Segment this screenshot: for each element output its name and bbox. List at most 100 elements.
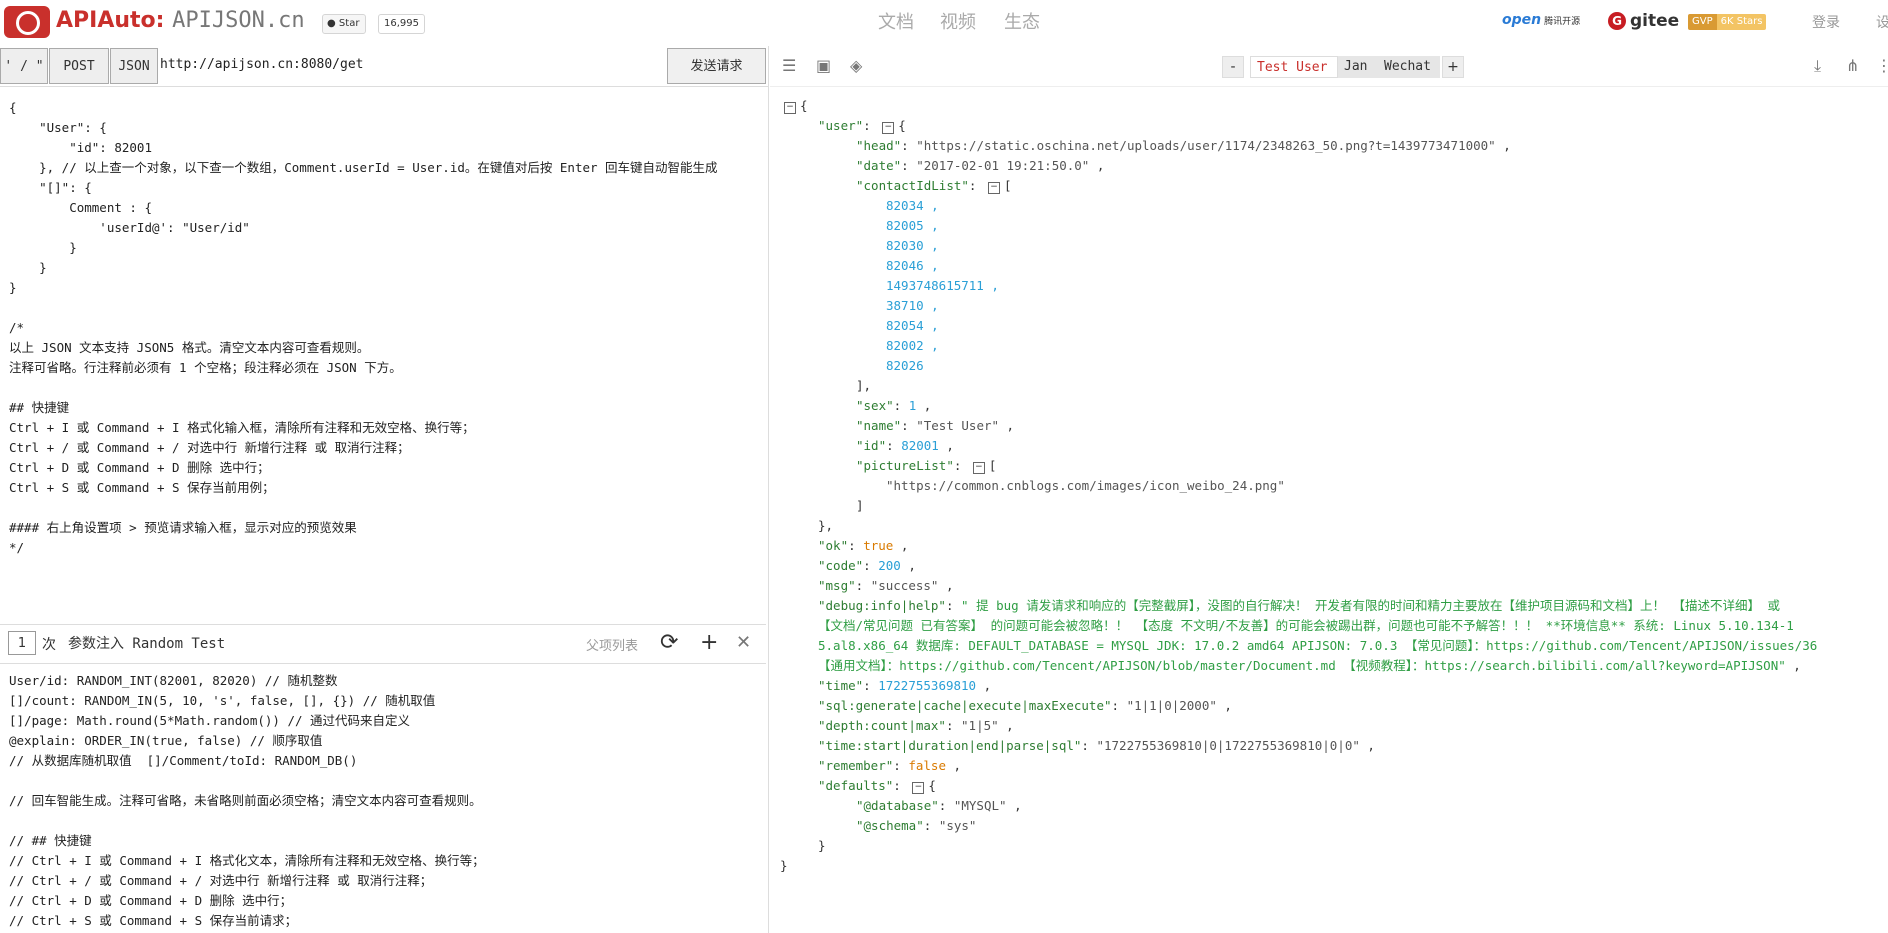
random-line[interactable]: // Ctrl + / 或 Command + / 对选中行 新增行注释 或 取… bbox=[9, 871, 766, 891]
editor-line[interactable]: Ctrl + D 或 Command + D 删除 选中行； bbox=[9, 458, 766, 478]
quote-button[interactable]: ' / " bbox=[0, 48, 48, 84]
refresh-icon[interactable]: ⟳ bbox=[660, 631, 678, 655]
json-line: "sql:generate|cache|execute|maxExecute":… bbox=[818, 698, 1232, 713]
remove-account-button[interactable]: - bbox=[1222, 56, 1244, 78]
random-line[interactable]: @explain: ORDER_IN(true, false) // 顺序取值 bbox=[9, 731, 766, 751]
editor-line[interactable]: Ctrl + I 或 Command + I 格式化输入框，清除所有注释和无效空… bbox=[9, 418, 766, 438]
list-icon[interactable]: ☰ bbox=[782, 56, 796, 75]
nav-video[interactable]: 视频 bbox=[940, 8, 976, 34]
json-line: 82002 , bbox=[886, 338, 939, 353]
editor-line[interactable]: } bbox=[9, 258, 766, 278]
editor-line[interactable] bbox=[9, 378, 766, 398]
url-input[interactable]: http://apijson.cn:8080/get bbox=[160, 57, 364, 72]
editor-line[interactable]: 'userId@': "User/id" bbox=[9, 218, 766, 238]
parent-list-link[interactable]: 父项列表 bbox=[586, 635, 638, 654]
json-line: "id": 82001 , bbox=[856, 438, 954, 453]
random-line[interactable]: // Ctrl + S 或 Command + S 保存当前请求； bbox=[9, 911, 766, 931]
random-line[interactable]: // 回车智能生成。注释可省略，未省略则前面必须空格；清空文本内容可查看规则。 bbox=[9, 791, 766, 811]
login-link[interactable]: 登录 bbox=[1812, 12, 1840, 32]
json-line: "time": 1722755369810 , bbox=[818, 678, 992, 693]
type-button[interactable]: JSON bbox=[110, 48, 158, 84]
random-line[interactable]: // Ctrl + I 或 Command + I 格式化文本，清除所有注释和无… bbox=[9, 851, 766, 871]
nav-docs[interactable]: 文档 bbox=[878, 8, 914, 34]
editor-line[interactable]: { bbox=[9, 98, 766, 118]
random-count-input[interactable]: 1 bbox=[8, 631, 36, 655]
json-line: "defaults": −{ bbox=[818, 778, 936, 794]
response-json-view: −{ "user": −{ "head": "https://static.os… bbox=[770, 96, 1888, 933]
account-test-user[interactable]: Test User bbox=[1250, 56, 1338, 78]
download-icon[interactable]: ⤓ bbox=[1814, 56, 1821, 76]
json-line: "https://common.cnblogs.com/images/icon_… bbox=[886, 478, 1285, 493]
request-json-editor[interactable]: { "User": { "id": 82001 }, // 以上查一个对象，以下… bbox=[0, 92, 766, 662]
editor-line[interactable] bbox=[9, 498, 766, 518]
url-bar: ' / " POST JSON http://apijson.cn:8080/g… bbox=[0, 46, 768, 87]
more-icon[interactable]: ⋮ bbox=[1876, 56, 1888, 75]
random-test-bar: 1 次 参数注入 Random Test 父项列表 ⟳ + ✕ bbox=[0, 624, 766, 664]
editor-line[interactable]: Ctrl + S 或 Command + S 保存当前用例； bbox=[9, 478, 766, 498]
editor-line[interactable]: /* bbox=[9, 318, 766, 338]
json-line: "head": "https://static.oschina.net/uplo… bbox=[856, 138, 1511, 153]
add-account-button[interactable]: + bbox=[1442, 56, 1464, 78]
editor-line[interactable]: Comment : { bbox=[9, 198, 766, 218]
editor-line[interactable]: } bbox=[9, 238, 766, 258]
random-line[interactable] bbox=[9, 811, 766, 831]
layers-icon[interactable]: ◈ bbox=[850, 56, 862, 75]
logo-icon[interactable] bbox=[4, 6, 50, 38]
send-button[interactable]: 发送请求 bbox=[667, 48, 766, 84]
editor-line[interactable]: 注释可省略。行注释前必须有 1 个空格；段注释必须在 JSON 下方。 bbox=[9, 358, 766, 378]
top-bar: APIAuto: APIJSON.cn ● Star 16,995 文档 视频 … bbox=[0, 0, 1888, 44]
random-test-editor[interactable]: User/id: RANDOM_INT(82001, 82020) // 随机整… bbox=[0, 666, 766, 933]
json-line: "user": −{ bbox=[818, 118, 906, 134]
editor-line[interactable]: "[]": { bbox=[9, 178, 766, 198]
random-line[interactable]: []/page: Math.round(5*Math.random()) // … bbox=[9, 711, 766, 731]
collapse-icon[interactable]: − bbox=[987, 182, 1000, 194]
random-line[interactable]: // Ctrl + D 或 Command + D 删除 选中行； bbox=[9, 891, 766, 911]
json-line: "time:start|duration|end|parse|sql": "17… bbox=[818, 738, 1375, 753]
json-line: 82026 bbox=[886, 358, 924, 373]
random-line[interactable] bbox=[9, 771, 766, 791]
random-line[interactable]: User/id: RANDOM_INT(82001, 82020) // 随机整… bbox=[9, 671, 766, 691]
close-icon[interactable]: ✕ bbox=[736, 631, 751, 655]
json-line: 82005 , bbox=[886, 218, 939, 233]
account-jan[interactable]: Jan bbox=[1338, 56, 1378, 78]
response-panel: ☰ ▣ ◈ - Test User Jan Wechat + ⤓ ⋔ ⋮ −{ … bbox=[770, 46, 1888, 933]
brand-name: APIAuto: bbox=[56, 8, 165, 33]
collapse-icon[interactable]: − bbox=[972, 462, 985, 474]
json-line: "msg": "success" , bbox=[818, 578, 954, 593]
editor-line[interactable]: }, // 以上查一个对象，以下查一个数组，Comment.userId = U… bbox=[9, 158, 766, 178]
method-button[interactable]: POST bbox=[49, 48, 109, 84]
github-star-button[interactable]: ● Star bbox=[322, 14, 367, 34]
json-line: "code": 200 , bbox=[818, 558, 916, 573]
nav-ecosystem[interactable]: 生态 bbox=[1004, 8, 1040, 34]
account-wechat[interactable]: Wechat bbox=[1378, 56, 1440, 78]
editor-line[interactable]: #### 右上角设置项 > 预览请求输入框，显示对应的预览效果 bbox=[9, 518, 766, 538]
editor-line[interactable]: } bbox=[9, 278, 766, 298]
tencent-open-logo[interactable]: open 腾讯开源 bbox=[1502, 12, 1580, 28]
site-title[interactable]: APIAuto: APIJSON.cn bbox=[56, 8, 305, 33]
editor-line[interactable]: "User": { bbox=[9, 118, 766, 138]
gitee-icon[interactable]: G bbox=[1608, 12, 1626, 30]
random-line[interactable]: // 从数据库随机取值 []/Comment/toId: RANDOM_DB() bbox=[9, 751, 766, 771]
random-line[interactable]: // ## 快捷键 bbox=[9, 831, 766, 851]
editor-line[interactable]: 以上 JSON 文本支持 JSON5 格式。清空文本内容可查看规则。 bbox=[9, 338, 766, 358]
collapse-icon[interactable]: − bbox=[882, 122, 895, 134]
json-line: 1493748615711 , bbox=[886, 278, 999, 293]
collapse-icon[interactable]: − bbox=[784, 102, 796, 114]
gvp-badge[interactable]: GVP 6K Stars bbox=[1688, 14, 1767, 30]
gitee-link[interactable]: gitee bbox=[1630, 11, 1679, 31]
share-icon[interactable]: ⋔ bbox=[1846, 56, 1859, 75]
collapse-icon[interactable]: − bbox=[912, 782, 925, 794]
editor-line[interactable]: ## 快捷键 bbox=[9, 398, 766, 418]
editor-line[interactable]: Ctrl + / 或 Command + / 对选中行 新增行注释 或 取消行注… bbox=[9, 438, 766, 458]
json-line: } bbox=[780, 858, 788, 873]
editor-line[interactable] bbox=[9, 298, 766, 318]
editor-line[interactable]: */ bbox=[9, 538, 766, 558]
random-line[interactable]: []/count: RANDOM_IN(5, 10, 's', false, [… bbox=[9, 691, 766, 711]
save-icon[interactable]: ▣ bbox=[816, 56, 831, 75]
github-star-count[interactable]: 16,995 bbox=[378, 14, 425, 34]
json-line: "pictureList": −[ bbox=[856, 458, 997, 474]
json-line: "@database": "MYSQL" , bbox=[856, 798, 1022, 813]
settings-link[interactable]: 设 bbox=[1876, 12, 1888, 32]
editor-line[interactable]: "id": 82001 bbox=[9, 138, 766, 158]
plus-icon[interactable]: + bbox=[700, 631, 718, 655]
